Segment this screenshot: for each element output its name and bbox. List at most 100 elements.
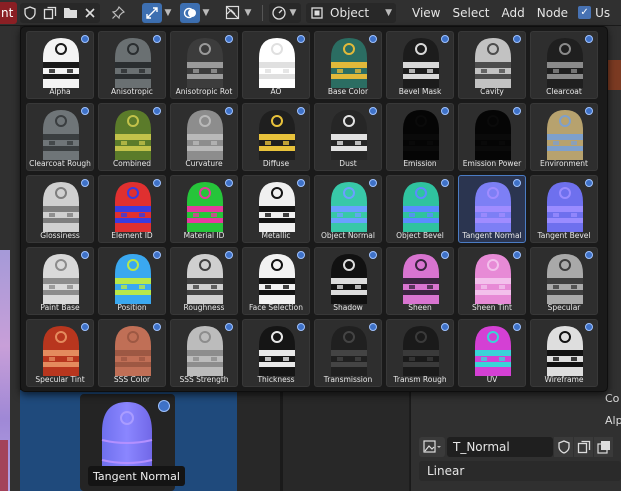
use-nodes-label: Us xyxy=(595,5,611,20)
image-tile-label: Position xyxy=(117,303,147,312)
left-viewport-accent xyxy=(0,440,8,491)
overlay-icon[interactable] xyxy=(180,2,200,23)
backdrop-icon[interactable] xyxy=(222,3,242,23)
chevron-down-icon: ▼ xyxy=(385,7,392,18)
image-tile-label: AO xyxy=(270,87,282,96)
use-nodes-toggle[interactable]: ✓ Us xyxy=(578,6,610,20)
snap-icon[interactable] xyxy=(142,2,162,23)
image-badge-icon xyxy=(81,323,89,331)
image-badge-icon xyxy=(153,179,161,187)
gauge-icon xyxy=(272,5,286,20)
image-tile-tanbevel[interactable]: Tangent Bevel xyxy=(530,175,598,243)
preview-badge-icon xyxy=(158,400,170,412)
chevron-down-icon[interactable]: ▼ xyxy=(200,8,212,18)
image-tile-materialid[interactable]: Material ID xyxy=(170,175,238,243)
image-tile-emission[interactable]: Emission xyxy=(386,103,454,171)
image-tile-transmrough[interactable]: Transm Rough xyxy=(386,319,454,387)
image-tile-combined[interactable]: Combined xyxy=(98,103,166,171)
fake-user-shield-icon[interactable] xyxy=(554,437,573,457)
image-badge-icon xyxy=(225,179,233,187)
node-tree-tab[interactable]: nt xyxy=(0,1,17,24)
duplicate-icon[interactable] xyxy=(40,3,60,23)
image-tile-environment[interactable]: Environment xyxy=(530,103,598,171)
image-tile-label: Shadow xyxy=(333,303,363,312)
chevron-down-icon[interactable]: ▼ xyxy=(162,8,174,18)
image-type-icon[interactable] xyxy=(419,437,445,457)
pin-icon[interactable] xyxy=(108,3,128,23)
folder-icon[interactable] xyxy=(60,3,80,23)
image-tile-dust[interactable]: Dust xyxy=(314,103,382,171)
image-tile-label: Specular xyxy=(547,303,581,312)
image-tile-label: Object Bevel xyxy=(396,231,444,240)
image-tile-anisorot[interactable]: Anisotropic Rot xyxy=(170,31,238,99)
image-tile-objbevel[interactable]: Object Bevel xyxy=(386,175,454,243)
image-tile-label: Transm Rough xyxy=(393,375,447,384)
image-tile-paintbase[interactable]: Paint Base xyxy=(26,247,94,315)
chevron-down-icon[interactable]: ▼ xyxy=(242,8,254,18)
image-tile-metallic[interactable]: Metallic xyxy=(242,175,310,243)
image-tile-uv[interactable]: UV xyxy=(458,319,526,387)
image-tile-tannormal[interactable]: Tangent Normal xyxy=(458,175,526,243)
image-tile-ao[interactable]: AO xyxy=(242,31,310,99)
image-tile-gloss[interactable]: Glossiness xyxy=(26,175,94,243)
image-tile-spectint[interactable]: Specular Tint xyxy=(26,319,94,387)
image-tile-thickness[interactable]: Thickness xyxy=(242,319,310,387)
image-tile-curvature[interactable]: Curvature xyxy=(170,103,238,171)
slot-dropdown[interactable]: ▼ xyxy=(269,2,301,23)
image-tile-objnormal[interactable]: Object Normal xyxy=(314,175,382,243)
image-tile-clearcoat[interactable]: Clearcoat xyxy=(530,31,598,99)
image-tile-cavity[interactable]: Cavity xyxy=(458,31,526,99)
image-tile-label: Alpha xyxy=(49,87,71,96)
menu-node[interactable]: Node xyxy=(531,6,574,20)
image-tile-specular[interactable]: Specular xyxy=(530,247,598,315)
image-tile-sheentint[interactable]: Sheen Tint xyxy=(458,247,526,315)
header-menus: View Select Add Node xyxy=(406,6,574,20)
image-tile-label: Anisotropic xyxy=(111,87,153,96)
image-tile-transmission[interactable]: Transmission xyxy=(314,319,382,387)
close-icon[interactable] xyxy=(80,3,100,23)
image-tile-basecolor[interactable]: Base Color xyxy=(314,31,382,99)
image-tile-bevelmask[interactable]: Bevel Mask xyxy=(386,31,454,99)
image-tile-label: Anisotropic Rot xyxy=(175,87,233,96)
image-tile-diffuse[interactable]: Diffuse xyxy=(242,103,310,171)
image-tile-facesel[interactable]: Face Selection xyxy=(242,247,310,315)
image-tile-label: Dust xyxy=(339,159,357,168)
menu-select[interactable]: Select xyxy=(446,6,495,20)
fake-user-shield-icon[interactable] xyxy=(20,3,40,23)
menu-view[interactable]: View xyxy=(406,6,446,20)
image-tile-wireframe[interactable]: Wireframe xyxy=(530,319,598,387)
image-badge-icon xyxy=(513,251,521,259)
image-tile-label: Cavity xyxy=(480,87,504,96)
image-tile-shadow[interactable]: Shadow xyxy=(314,247,382,315)
image-badge-icon xyxy=(441,323,449,331)
image-tile-sssstrength[interactable]: SSS Strength xyxy=(170,319,238,387)
image-tile-position[interactable]: Position xyxy=(98,247,166,315)
image-tile-label: Clearcoat xyxy=(546,87,582,96)
image-tile-label: Base Color xyxy=(327,87,369,96)
image-badge-icon xyxy=(81,179,89,187)
image-tile-sheen[interactable]: Sheen xyxy=(386,247,454,315)
image-tile-label: Wireframe xyxy=(544,375,584,384)
image-tile-roughness[interactable]: Roughness xyxy=(170,247,238,315)
browse-images-icon[interactable] xyxy=(594,437,613,457)
image-tile-label: Clearcoat Rough xyxy=(29,159,91,168)
node-editor-canvas xyxy=(237,390,409,491)
image-badge-icon xyxy=(153,107,161,115)
image-badge-icon xyxy=(81,107,89,115)
image-tile-emissionpower[interactable]: Emission Power xyxy=(458,103,526,171)
texture-name-field[interactable]: T_Normal xyxy=(447,437,553,457)
image-tile-alpha[interactable]: Alpha xyxy=(26,31,94,99)
image-badge-icon xyxy=(369,35,377,43)
image-tile-aniso[interactable]: Anisotropic xyxy=(98,31,166,99)
image-badge-icon xyxy=(585,107,593,115)
image-tile-ccrough[interactable]: Clearcoat Rough xyxy=(26,103,94,171)
interpolation-dropdown[interactable]: Linear xyxy=(419,461,621,481)
image-tile-elementid[interactable]: Element ID xyxy=(98,175,166,243)
image-tile-ssscolor[interactable]: SSS Color xyxy=(98,319,166,387)
checkmark-icon[interactable]: ✓ xyxy=(578,6,592,19)
menu-add[interactable]: Add xyxy=(496,6,531,20)
duplicate-icon[interactable] xyxy=(574,437,593,457)
image-tile-label: Roughness xyxy=(183,303,225,312)
background-toggle: ▼ xyxy=(222,3,254,23)
object-mode-dropdown[interactable]: Object ▼ xyxy=(306,2,396,23)
